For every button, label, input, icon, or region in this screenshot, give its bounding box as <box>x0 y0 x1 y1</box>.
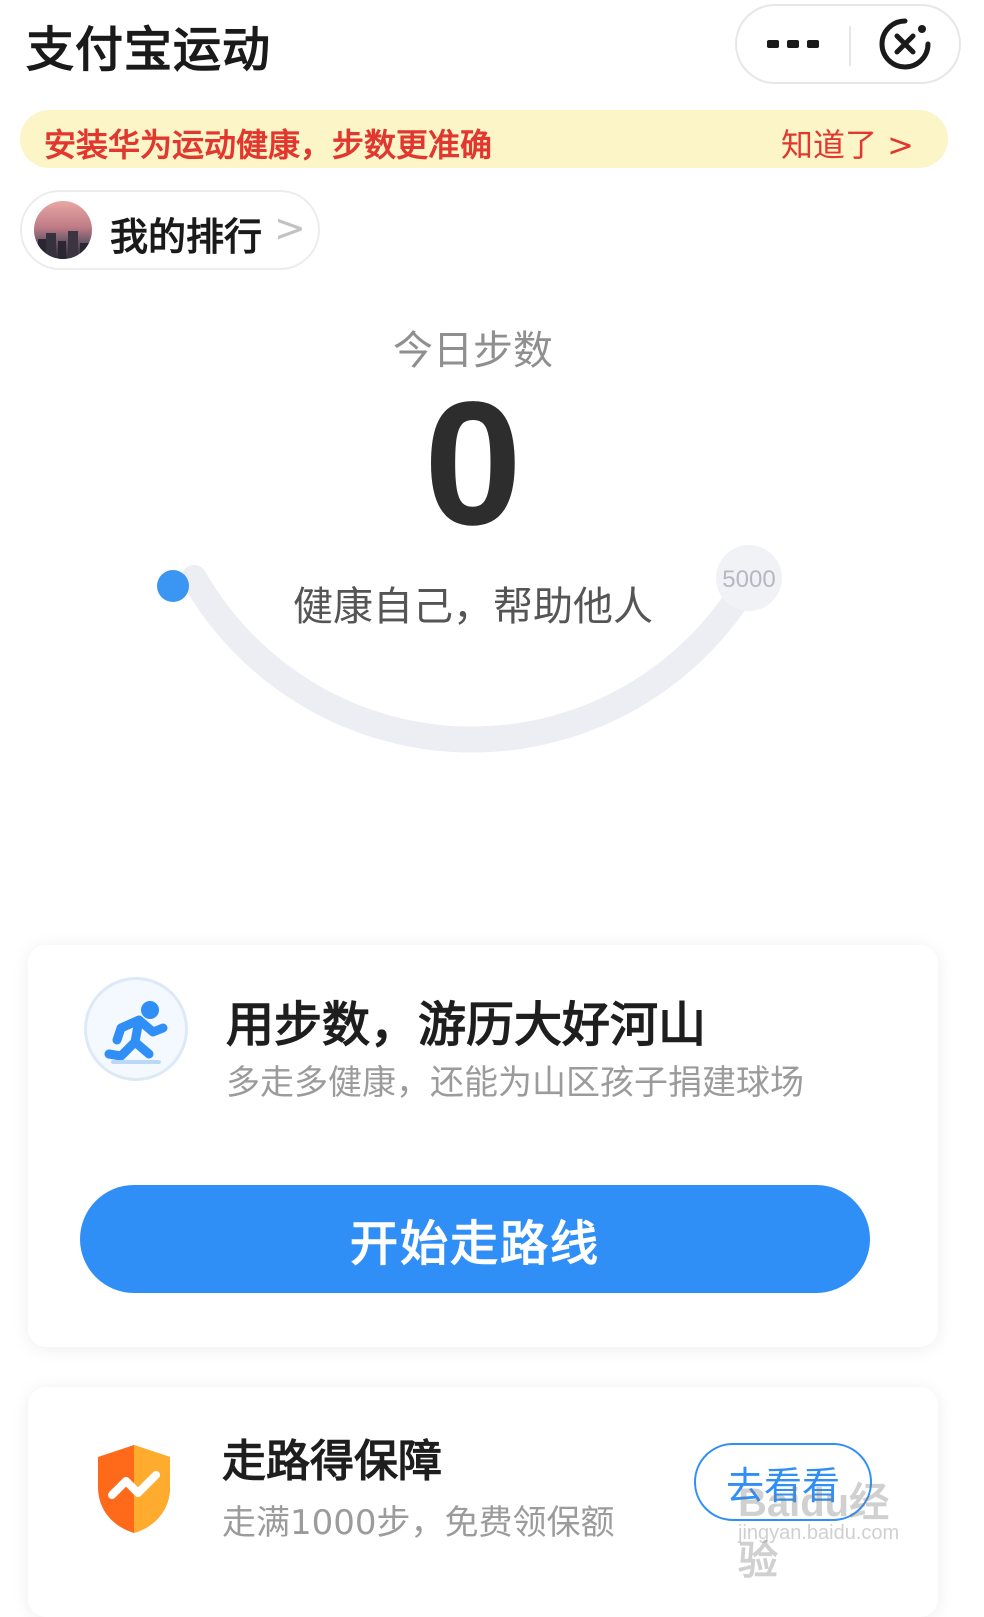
steps-value: 0 <box>424 366 522 562</box>
watermark: Baidu经验 jingyan.baidu.com <box>730 1470 920 1583</box>
route-card: 用步数，游历大好河山 多走多健康，还能为山区孩子捐建球场 开始走路线 <box>28 945 938 1347</box>
insurance-card-title: 走路得保障 <box>222 1436 442 1487</box>
steps-slogan: 健康自己，帮助他人 <box>293 584 653 630</box>
watermark-url: jingyan.baidu.com <box>738 1522 900 1544</box>
insurance-card-subtitle: 走满1000步，免费领保额 <box>222 1503 615 1543</box>
route-card-title: 用步数，游历大好河山 <box>226 997 707 1053</box>
runner-icon <box>84 977 188 1081</box>
shield-icon <box>98 1445 170 1533</box>
start-route-button[interactable]: 开始走路线 <box>80 1185 870 1293</box>
route-card-subtitle: 多走多健康，还能为山区孩子捐建球场 <box>226 1063 804 1103</box>
